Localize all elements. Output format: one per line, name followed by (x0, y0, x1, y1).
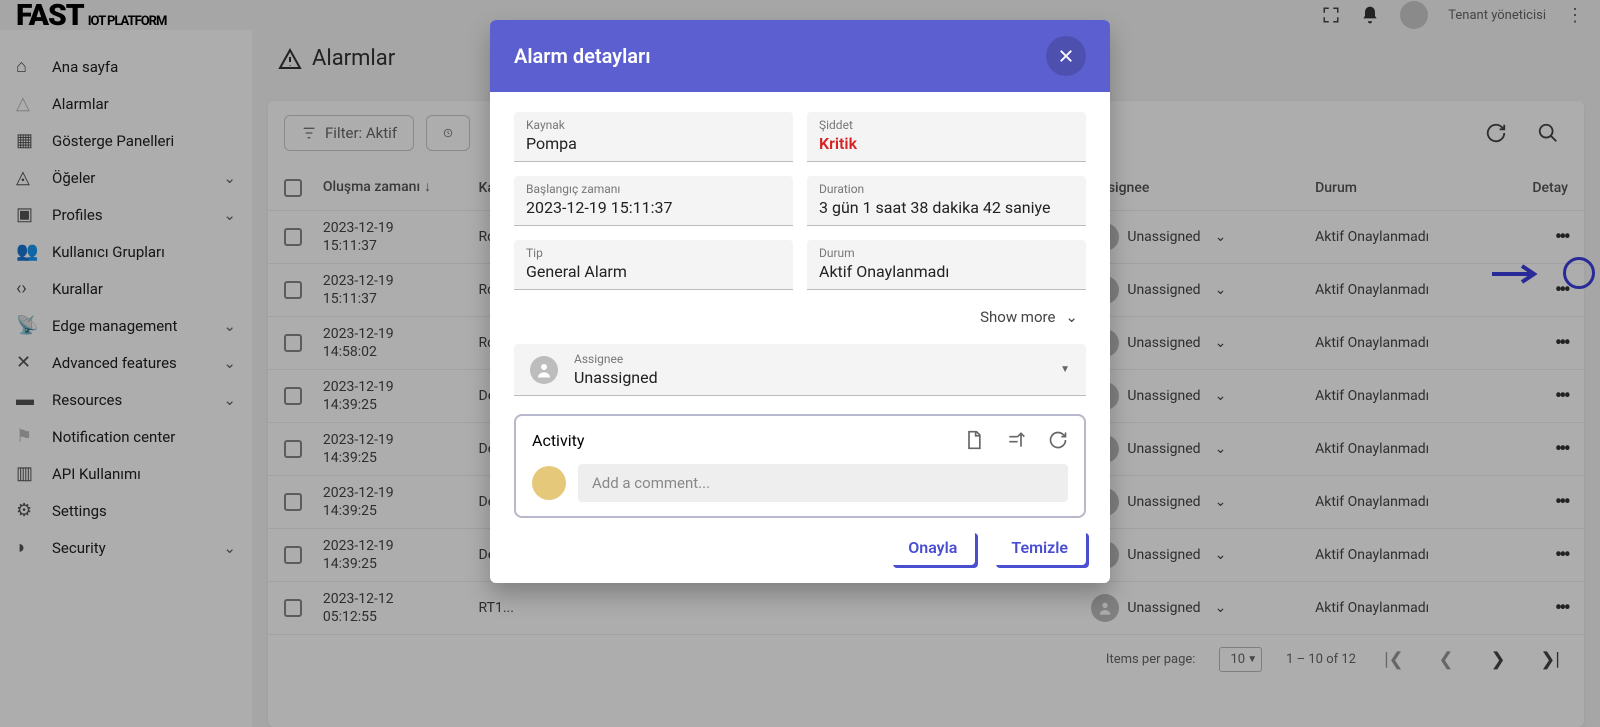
chevron-down-icon: ⌄ (1065, 308, 1078, 326)
activity-panel: Activity Add a comment... (514, 414, 1086, 518)
dropdown-icon: ▼ (1060, 364, 1070, 375)
severity-field: Şiddet Kritik (807, 112, 1086, 162)
comment-input[interactable]: Add a comment... (578, 464, 1068, 502)
modal-title: Alarm detayları (514, 44, 651, 68)
export-icon[interactable] (964, 430, 984, 450)
show-more-button[interactable]: Show more ⌄ (514, 304, 1086, 344)
close-icon (1057, 47, 1075, 65)
sort-icon[interactable] (1006, 430, 1026, 450)
status-field: Durum Aktif Onaylanmadı (807, 240, 1086, 290)
type-field: Tip General Alarm (514, 240, 793, 290)
start-time-field: Başlangıç zamanı 2023-12-19 15:11:37 (514, 176, 793, 226)
assignee-select[interactable]: Assignee Unassigned ▼ (514, 344, 1086, 396)
comment-avatar (532, 466, 566, 500)
acknowledge-button[interactable]: Onayla (890, 530, 975, 565)
refresh-icon[interactable] (1048, 430, 1068, 450)
activity-title: Activity (532, 431, 584, 450)
originator-field: Kaynak Pompa (514, 112, 793, 162)
person-icon (530, 356, 558, 384)
alarm-details-modal: Alarm detayları Kaynak Pompa Şiddet Krit… (490, 20, 1110, 583)
clear-button[interactable]: Temizle (993, 530, 1086, 565)
close-button[interactable] (1046, 36, 1086, 76)
duration-field: Duration 3 gün 1 saat 38 dakika 42 saniy… (807, 176, 1086, 226)
